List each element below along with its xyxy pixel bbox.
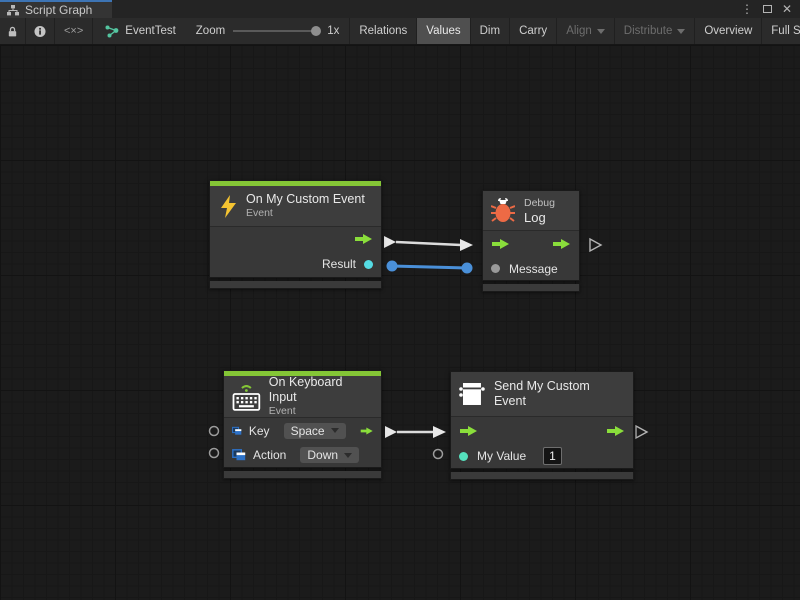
node-footer [482, 284, 580, 292]
result-port-label: Result [322, 257, 356, 271]
graph-hierarchy-icon [7, 5, 19, 16]
edit-source-button[interactable]: <×> [55, 18, 93, 44]
tab-title: Script Graph [25, 3, 92, 17]
node-send-my-custom-event[interactable]: Send My Custom Event My Value [450, 371, 634, 480]
graph-network-icon [105, 25, 119, 38]
flow-input-arrow-icon[interactable] [491, 238, 510, 250]
lock-icon [8, 25, 17, 38]
node-subtitle: Event [246, 207, 365, 220]
chevron-down-icon [331, 428, 339, 433]
script-graph-window: Script Graph ⋮ ✕ <×> [0, 0, 800, 600]
node-title: On My Custom Event [246, 192, 365, 207]
chevron-down-icon [677, 29, 685, 34]
node-title: Send My Custom Event [494, 379, 625, 409]
result-port-dot[interactable] [364, 260, 373, 269]
node-subtitle: Event [269, 405, 373, 418]
node-title: On Keyboard Input [269, 375, 373, 405]
inspect-button[interactable] [26, 18, 55, 44]
enum-type-icon [232, 425, 242, 437]
lightning-bolt-icon [220, 195, 237, 218]
node-header: On My Custom Event Event [210, 186, 381, 227]
node-footer [450, 472, 634, 480]
bug-icon [491, 197, 515, 224]
maximize-icon[interactable] [759, 1, 775, 17]
node-header: On Keyboard Input Event [224, 376, 381, 418]
dim-button[interactable]: Dim [471, 18, 510, 44]
flow-output-arrow-icon[interactable] [552, 238, 571, 250]
graph-reference[interactable]: EventTest [93, 18, 186, 44]
node-footer [223, 471, 382, 479]
key-dropdown-value: Space [291, 424, 325, 438]
distribute-button[interactable]: Distribute [615, 18, 696, 44]
flow-output-arrow-icon[interactable] [606, 425, 625, 437]
node-on-keyboard-input[interactable]: On Keyboard Input Event Key Space [223, 370, 382, 479]
close-icon[interactable]: ✕ [779, 1, 795, 17]
message-port-label: Message [509, 262, 558, 276]
action-port-label: Action [253, 448, 286, 462]
chevron-down-icon [597, 29, 605, 34]
carry-button[interactable]: Carry [510, 18, 557, 44]
action-port-circle[interactable] [210, 449, 219, 458]
flow-input-arrow-icon[interactable] [459, 425, 478, 437]
node-header: Debug Log [483, 191, 579, 231]
node-debug-log[interactable]: Debug Log Message [482, 190, 580, 292]
node-header: Send My Custom Event [451, 372, 633, 417]
align-label: Align [566, 25, 592, 37]
align-button[interactable]: Align [557, 18, 615, 44]
my-value-input[interactable]: 1 [543, 447, 562, 465]
control-connection-1[interactable] [384, 236, 473, 251]
my-value-port-label: My Value [477, 449, 526, 463]
lock-button[interactable] [0, 18, 26, 44]
key-port-label: Key [249, 424, 270, 438]
zoom-label: Zoom [196, 25, 225, 37]
window-controls: ⋮ ✕ [739, 0, 800, 18]
zoom-control: Zoom 1x [186, 18, 351, 44]
distribute-label: Distribute [624, 25, 673, 37]
send-event-flow-out-hint[interactable] [636, 426, 647, 438]
chevron-down-icon [344, 453, 352, 458]
debug-log-flow-out-hint[interactable] [590, 239, 601, 251]
action-dropdown-value: Down [307, 448, 338, 462]
flow-output-arrow-icon[interactable] [360, 425, 373, 437]
enum-type-icon [232, 449, 246, 461]
overview-button[interactable]: Overview [695, 18, 762, 44]
tab-script-graph[interactable]: Script Graph [0, 0, 112, 18]
control-connection-2[interactable] [385, 426, 446, 438]
key-dropdown[interactable]: Space [284, 423, 346, 439]
graph-name: EventTest [125, 25, 176, 37]
my-value-port-circle[interactable] [434, 450, 443, 459]
unit-machine-icon [459, 382, 485, 406]
flow-output-arrow-icon[interactable] [354, 233, 373, 245]
key-port-circle[interactable] [210, 427, 219, 436]
connections-layer [0, 45, 800, 600]
my-value-port-dot[interactable] [459, 452, 468, 461]
values-button[interactable]: Values [417, 18, 470, 44]
node-category: Debug [524, 197, 555, 210]
graph-toolbar: <×> EventTest Zoom 1x Relations Values D… [0, 18, 800, 45]
fullscreen-button[interactable]: Full Screen [762, 18, 800, 44]
message-port-dot[interactable] [491, 264, 500, 273]
info-icon [34, 25, 46, 38]
zoom-slider-handle[interactable] [311, 26, 321, 36]
node-footer [209, 281, 382, 289]
zoom-slider[interactable] [233, 30, 319, 32]
code-icon: <×> [64, 25, 83, 37]
relations-button[interactable]: Relations [350, 18, 417, 44]
graph-canvas[interactable]: On My Custom Event Event Result [0, 45, 800, 600]
node-on-my-custom-event[interactable]: On My Custom Event Event Result [209, 180, 382, 289]
menu-icon[interactable]: ⋮ [739, 1, 755, 17]
keyboard-icon [232, 382, 261, 412]
title-bar: Script Graph ⋮ ✕ [0, 0, 800, 18]
node-title: Log [524, 210, 555, 225]
action-dropdown[interactable]: Down [300, 447, 359, 463]
value-connection-blue[interactable] [387, 261, 473, 274]
zoom-value: 1x [327, 25, 339, 37]
